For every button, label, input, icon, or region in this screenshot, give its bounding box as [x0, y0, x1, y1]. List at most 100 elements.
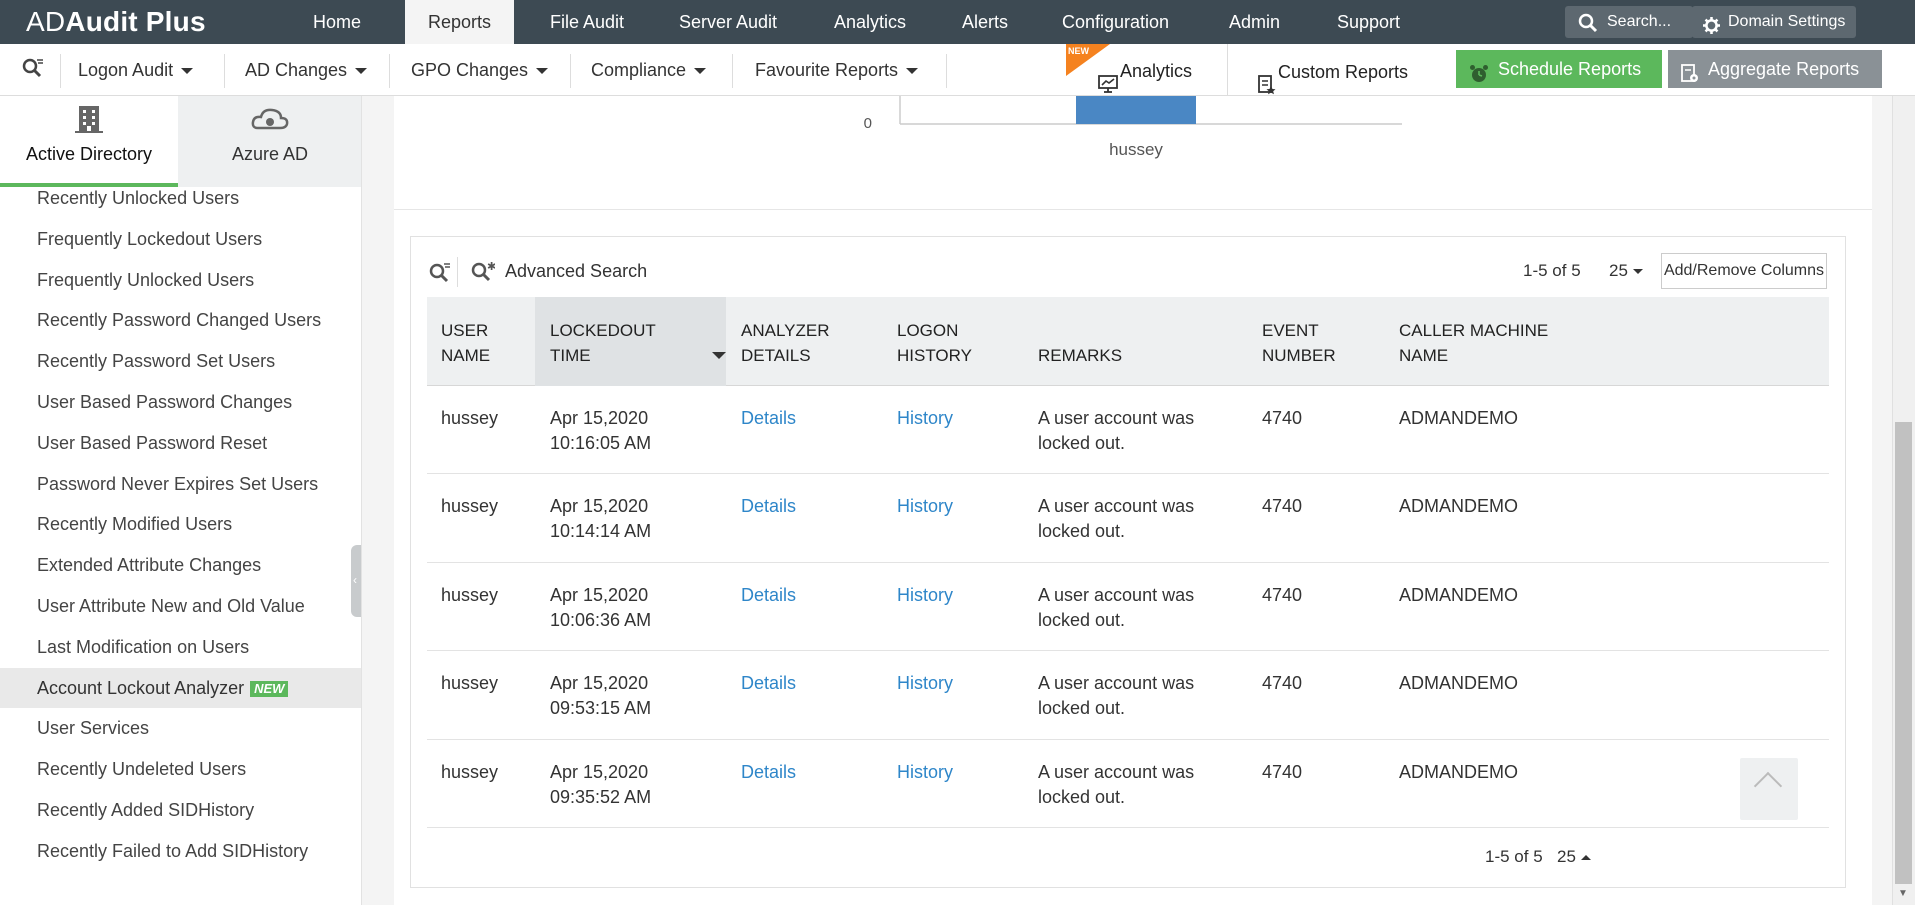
app-logo[interactable]: ADAudit Plus: [26, 6, 206, 38]
sidebar-item[interactable]: Recently Password Changed Users: [0, 300, 361, 341]
scrollbar-thumb[interactable]: [1895, 422, 1912, 884]
advanced-search-icon[interactable]: ✱: [471, 260, 496, 288]
nav-admin[interactable]: Admin: [1206, 0, 1303, 44]
aggregate-reports-button[interactable]: Aggregate Reports: [1668, 50, 1882, 88]
cell-event-number: 4740: [1262, 673, 1303, 694]
sidebar-item[interactable]: Password Never Expires Set Users: [0, 464, 361, 505]
sidebar: Recently Unlocked Users Frequently Locke…: [0, 96, 362, 905]
cell-caller-machine: ADMANDEMO: [1399, 761, 1519, 782]
nav-support[interactable]: Support: [1314, 0, 1423, 44]
sidebar-item[interactable]: Recently Failed to Add SIDHistory: [0, 831, 361, 872]
chevron-down-icon: [536, 68, 549, 75]
details-link[interactable]: Details: [741, 494, 861, 519]
cell-lockedout-time: Apr 15,2020 10:14:14 AM: [550, 496, 652, 542]
cell-event-number: 4740: [1262, 584, 1303, 605]
chevron-up-icon: [1753, 771, 1783, 801]
sidebar-item-label: Account Lockout Analyzer: [37, 677, 245, 698]
cell-remarks: A user account was locked out.: [1038, 584, 1195, 630]
details-link[interactable]: Details: [741, 406, 861, 431]
nav-alerts[interactable]: Alerts: [939, 0, 1031, 44]
sidebar-item[interactable]: Recently Undeleted Users: [0, 749, 361, 790]
nav-configuration[interactable]: Configuration: [1039, 0, 1192, 44]
add-remove-columns-button[interactable]: Add/Remove Columns: [1661, 253, 1827, 289]
sidebar-item[interactable]: Recently Added SIDHistory: [0, 790, 361, 831]
cell-lockedout-time: Apr 15,2020 10:06:36 AM: [550, 584, 652, 630]
sidebar-item-account-lockout-analyzer[interactable]: Account Lockout Analyzer NEW: [0, 667, 361, 709]
history-link[interactable]: History: [897, 671, 1007, 696]
nav-file-audit[interactable]: File Audit: [527, 0, 647, 44]
menu-compliance[interactable]: Compliance: [591, 44, 707, 96]
details-link[interactable]: Details: [741, 671, 861, 696]
divider: [732, 54, 733, 88]
details-link[interactable]: Details: [741, 760, 861, 785]
sidebar-item[interactable]: User Services: [0, 708, 361, 749]
sort-desc-icon: [712, 352, 726, 359]
history-link[interactable]: History: [897, 760, 1007, 785]
aggregate-reports-label: Aggregate Reports: [1708, 59, 1860, 79]
nav-analytics[interactable]: Analytics: [811, 0, 929, 44]
sidebar-item[interactable]: User Based Password Reset: [0, 423, 361, 464]
scroll-to-top-button[interactable]: [1740, 758, 1798, 820]
sidebar-item[interactable]: Recently Modified Users: [0, 504, 361, 545]
global-search-button[interactable]: Search...: [1565, 6, 1693, 38]
domain-settings-button[interactable]: Domain Settings: [1692, 6, 1856, 38]
page-size-select[interactable]: 25: [1609, 261, 1643, 281]
details-link[interactable]: Details: [741, 583, 861, 608]
tab-azure-ad[interactable]: Azure AD: [178, 96, 361, 187]
cell-user-name: hussey: [441, 496, 499, 517]
sidebar-item[interactable]: Frequently Unlocked Users: [0, 260, 361, 301]
sidebar-item[interactable]: Recently Password Set Users: [0, 341, 361, 382]
bar-hussey[interactable]: [1076, 96, 1196, 124]
menu-gpo-changes[interactable]: GPO Changes: [411, 44, 549, 96]
column-header-event-number[interactable]: EVENT NUMBER: [1247, 297, 1384, 386]
sidebar-item[interactable]: Frequently Lockedout Users: [0, 219, 361, 260]
sidebar-item[interactable]: User Based Password Changes: [0, 382, 361, 423]
sidebar-item[interactable]: User Attribute New and Old Value: [0, 586, 361, 627]
custom-reports-button[interactable]: Custom Reports: [1242, 44, 1408, 96]
nav-reports[interactable]: Reports: [405, 0, 515, 44]
cell-caller-machine: ADMANDEMO: [1399, 496, 1519, 517]
chevron-left-icon: ‹: [353, 573, 357, 587]
divider: [457, 257, 458, 287]
menu-favourite-reports[interactable]: Favourite Reports: [755, 44, 919, 96]
sidebar-item[interactable]: Last Modification on Users: [0, 627, 361, 668]
divider: [570, 54, 571, 88]
column-header-logon-history[interactable]: LOGON HISTORY: [882, 297, 1022, 386]
page-size-select-bottom[interactable]: 25: [1557, 847, 1591, 867]
cell-lockedout-time: Apr 15,2020 09:53:15 AM: [550, 673, 652, 719]
quick-search-icon[interactable]: [429, 261, 451, 288]
column-header-caller-machine-name[interactable]: CALLER MACHINE NAME: [1384, 297, 1624, 386]
tab-label: Azure AD: [231, 144, 309, 164]
column-header-lockedout-time[interactable]: LOCKEDOUT TIME: [535, 297, 726, 386]
sidebar-collapse-handle[interactable]: ‹: [351, 545, 361, 617]
schedule-reports-button[interactable]: Schedule Reports: [1456, 50, 1662, 88]
y-tick-label: 0: [864, 115, 872, 132]
divider: [946, 54, 947, 88]
cell-caller-machine: ADMANDEMO: [1399, 408, 1519, 428]
scroll-down-arrow[interactable]: ▼: [1898, 888, 1908, 899]
history-link[interactable]: History: [897, 583, 1007, 608]
schedule-reports-label: Schedule Reports: [1498, 59, 1642, 79]
report-search-icon[interactable]: [22, 58, 44, 85]
table-header: USER NAME LOCKEDOUT TIME ANALYZER DETAIL…: [427, 297, 1829, 386]
advanced-search-link[interactable]: Advanced Search: [505, 261, 647, 282]
pagination-info: 1-5 of 5: [1523, 261, 1581, 280]
nav-home[interactable]: Home: [290, 0, 384, 44]
sidebar-item[interactable]: Extended Attribute Changes: [0, 545, 361, 586]
chart-card: 0 hussey: [394, 96, 1872, 210]
domain-settings-label: Domain Settings: [1728, 13, 1846, 30]
nav-server-audit[interactable]: Server Audit: [656, 0, 800, 44]
table-body: hussey Apr 15,2020 10:16:05 AM Details Hist…: [427, 386, 1829, 828]
tab-active-directory[interactable]: Active Directory: [0, 96, 178, 187]
column-header-remarks[interactable]: REMARKS: [1023, 297, 1247, 386]
history-link[interactable]: History: [897, 494, 1007, 519]
history-link[interactable]: History: [897, 406, 1007, 431]
column-header-user-name[interactable]: USER NAME: [427, 297, 535, 386]
menu-logon-audit[interactable]: Logon Audit: [78, 44, 194, 96]
bar-chart: 0 hussey: [864, 96, 1402, 159]
divider: [224, 54, 225, 88]
menu-ad-changes[interactable]: AD Changes: [245, 44, 368, 96]
table-row: hussey Apr 15,2020 09:35:52 AM Details Hist…: [427, 740, 1829, 828]
column-header-analyzer-details[interactable]: ANALYZER DETAILS: [726, 297, 880, 386]
chevron-up-icon: [1580, 855, 1591, 861]
